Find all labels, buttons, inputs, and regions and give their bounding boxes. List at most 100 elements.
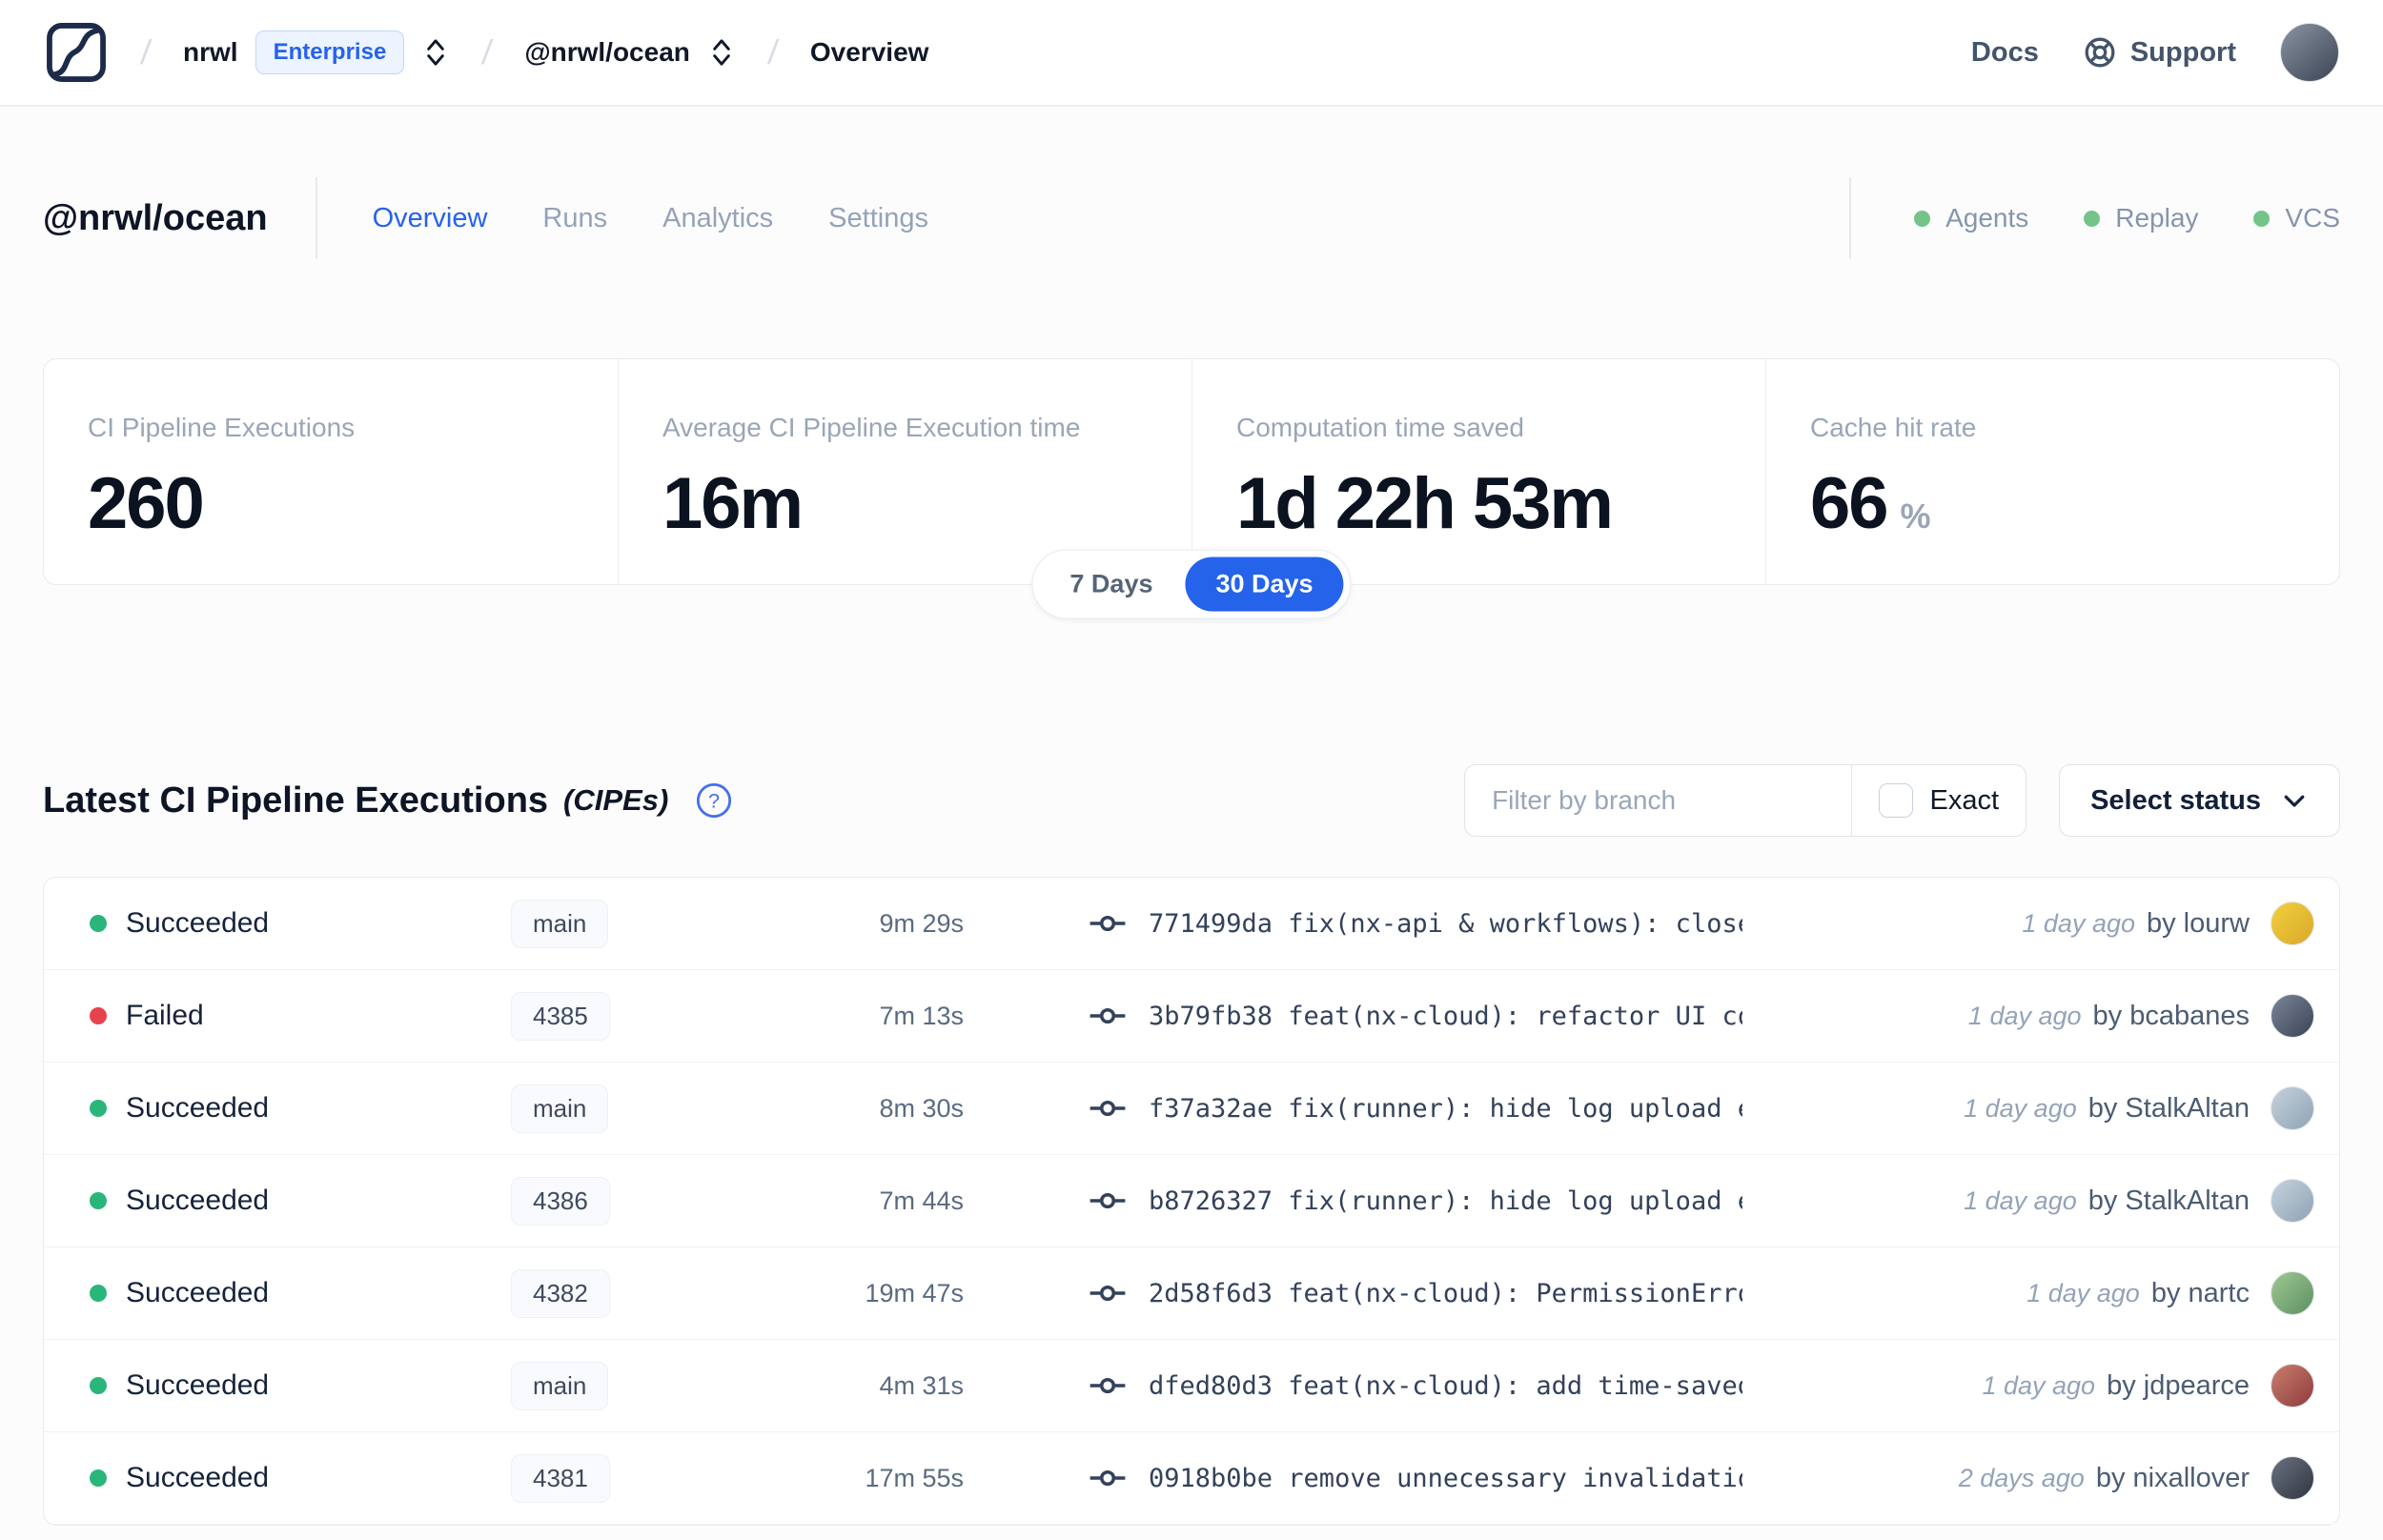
svg-text:?: ? bbox=[708, 789, 720, 813]
breadcrumb: / nrwl Enterprise / @nrwl/ocean / Overvi… bbox=[44, 20, 928, 85]
commit-cell: b8726327 fix(runner): hide log upload er… bbox=[964, 1181, 1742, 1221]
org-selector[interactable]: nrwl Enterprise bbox=[183, 30, 450, 74]
status-cell: Succeeded bbox=[90, 1185, 511, 1217]
status-label: Failed bbox=[126, 1000, 204, 1031]
commit-cell: f37a32ae fix(runner): hide log upload er… bbox=[964, 1088, 1742, 1128]
cipe-table-row[interactable]: Succeeded 4382 19m 47s 2d58f6d3 feat(nx-… bbox=[44, 1247, 2339, 1340]
branch-chip: main bbox=[511, 1361, 609, 1410]
breadcrumb-separator: / bbox=[480, 32, 495, 71]
commit-message: 3b79fb38 feat(nx-cloud): refactor UI com… bbox=[1149, 1001, 1742, 1031]
time-ago: 1 day ago bbox=[2022, 908, 2135, 938]
user-avatar[interactable] bbox=[2280, 23, 2339, 82]
divider bbox=[1849, 177, 1852, 259]
duration: 9m 29s bbox=[879, 908, 964, 938]
branch-filter-input[interactable] bbox=[1465, 765, 1851, 836]
author-avatar bbox=[2271, 1456, 2314, 1500]
breadcrumb-separator: / bbox=[765, 32, 781, 71]
exact-checkbox[interactable] bbox=[1878, 783, 1913, 818]
cipe-table-row[interactable]: Succeeded main 4m 31s dfed80d3 feat(nx-c… bbox=[44, 1340, 2339, 1432]
tab-settings[interactable]: Settings bbox=[828, 203, 928, 234]
range-7-days-button[interactable]: 7 Days bbox=[1039, 557, 1183, 612]
branch-chip: 4386 bbox=[511, 1176, 610, 1226]
meta-cell: 1 day ago by StalkAltan bbox=[1742, 1086, 2314, 1130]
status-cell: Failed bbox=[90, 1000, 511, 1032]
tab-analytics[interactable]: Analytics bbox=[662, 203, 773, 234]
table-controls: Exact Select status bbox=[1464, 764, 2340, 837]
exact-label[interactable]: Exact bbox=[1930, 785, 2000, 817]
time-ago: 2 days ago bbox=[1958, 1463, 2085, 1492]
cipe-table-row[interactable]: Succeeded main 8m 30s f37a32ae fix(runne… bbox=[44, 1063, 2339, 1155]
support-label: Support bbox=[2129, 36, 2236, 68]
status-cell: Succeeded bbox=[90, 1092, 511, 1125]
status-dot-icon bbox=[90, 1192, 107, 1209]
stat-card-cache-hit: Cache hit rate 66 % bbox=[1765, 359, 2339, 584]
status-label: Succeeded bbox=[126, 1369, 270, 1401]
select-status-label: Select status bbox=[2090, 784, 2261, 816]
cipe-table-row[interactable]: Failed 4385 7m 13s 3b79fb38 feat(nx-clou… bbox=[44, 970, 2339, 1063]
git-commit-icon bbox=[1090, 915, 1126, 932]
author: by lourw bbox=[2147, 907, 2250, 939]
workspace-tabs: Overview Runs Analytics Settings bbox=[373, 203, 928, 234]
commit-cell: 771499da fix(nx-api & workflows): close … bbox=[964, 903, 1742, 943]
service-vcs[interactable]: VCS bbox=[2253, 203, 2340, 233]
commit-message: dfed80d3 feat(nx-cloud): add time-saved … bbox=[1149, 1370, 1742, 1401]
meta-cell: 2 days ago by nixallover bbox=[1742, 1456, 2314, 1500]
duration: 19m 47s bbox=[865, 1278, 964, 1307]
author-avatar bbox=[2271, 994, 2314, 1038]
service-replay[interactable]: Replay bbox=[2084, 203, 2198, 233]
status-dot-icon bbox=[90, 1007, 107, 1024]
org-name: nrwl bbox=[183, 37, 238, 67]
commit-message: 0918b0be remove unnecessary invalidation bbox=[1149, 1463, 1742, 1493]
tab-runs[interactable]: Runs bbox=[542, 203, 607, 234]
range-30-days-button[interactable]: 30 Days bbox=[1185, 557, 1344, 612]
author-avatar bbox=[2271, 1271, 2314, 1315]
cache-hit-value: 66 bbox=[1810, 463, 1889, 544]
divider bbox=[315, 177, 317, 259]
workspace-selector[interactable]: @nrwl/ocean bbox=[524, 36, 736, 69]
status-dot-icon bbox=[90, 1285, 107, 1302]
section-title-suffix: (CIPEs) bbox=[563, 783, 669, 817]
status-dot-icon bbox=[90, 915, 107, 932]
git-commit-icon bbox=[1090, 1007, 1126, 1024]
author-avatar bbox=[2271, 1364, 2314, 1408]
cipe-table-row[interactable]: Succeeded main 9m 29s 771499da fix(nx-ap… bbox=[44, 878, 2339, 970]
git-commit-icon bbox=[1090, 1285, 1126, 1302]
branch-chip: 4382 bbox=[511, 1268, 610, 1318]
commit-message: 771499da fix(nx-api & workflows): close … bbox=[1149, 908, 1742, 939]
commit-cell: dfed80d3 feat(nx-cloud): add time-saved … bbox=[964, 1366, 1742, 1406]
author: by StalkAltan bbox=[2088, 1092, 2250, 1124]
author: by jdpearce bbox=[2107, 1369, 2250, 1401]
cipe-table-row[interactable]: Succeeded 4381 17m 55s 0918b0be remove u… bbox=[44, 1432, 2339, 1525]
select-status-dropdown[interactable]: Select status bbox=[2059, 764, 2340, 837]
date-range-toggle: 7 Days 30 Days bbox=[1031, 549, 1352, 619]
help-icon[interactable]: ? bbox=[695, 781, 733, 820]
chevron-down-icon bbox=[2284, 795, 2305, 807]
stats-cards: CI Pipeline Executions 260 Average CI Pi… bbox=[43, 358, 2340, 619]
status-label: Succeeded bbox=[126, 1092, 270, 1124]
docs-link[interactable]: Docs bbox=[1971, 37, 2039, 69]
status-dot-icon bbox=[90, 1469, 107, 1487]
author-avatar bbox=[2271, 902, 2314, 945]
branch-cell: main bbox=[511, 1084, 759, 1133]
time-ago: 1 day ago bbox=[1964, 1185, 2077, 1215]
duration: 7m 44s bbox=[879, 1185, 964, 1215]
commit-message: f37a32ae fix(runner): hide log upload er… bbox=[1149, 1093, 1742, 1124]
commit-message: b8726327 fix(runner): hide log upload er… bbox=[1149, 1185, 1742, 1216]
meta-cell: 1 day ago by StalkAltan bbox=[1742, 1179, 2314, 1223]
tab-overview[interactable]: Overview bbox=[373, 203, 488, 234]
time-ago: 1 day ago bbox=[1982, 1370, 2096, 1400]
duration: 7m 13s bbox=[879, 1001, 964, 1030]
nx-cloud-logo-icon[interactable] bbox=[44, 20, 109, 85]
support-link[interactable]: Support bbox=[2083, 35, 2236, 70]
breadcrumb-page[interactable]: Overview bbox=[810, 37, 929, 68]
branch-cell: 4382 bbox=[511, 1268, 759, 1318]
cipe-table-row[interactable]: Succeeded 4386 7m 44s b8726327 fix(runne… bbox=[44, 1155, 2339, 1247]
branch-chip: 4381 bbox=[511, 1453, 610, 1503]
branch-cell: 4385 bbox=[511, 991, 759, 1041]
git-commit-icon bbox=[1090, 1192, 1126, 1209]
author: by bcabanes bbox=[2092, 1000, 2250, 1031]
workspace-name: @nrwl/ocean bbox=[524, 37, 690, 67]
service-agents[interactable]: Agents bbox=[1914, 203, 2028, 233]
unfold-more-icon bbox=[713, 39, 730, 66]
time-ago: 1 day ago bbox=[1964, 1093, 2077, 1123]
